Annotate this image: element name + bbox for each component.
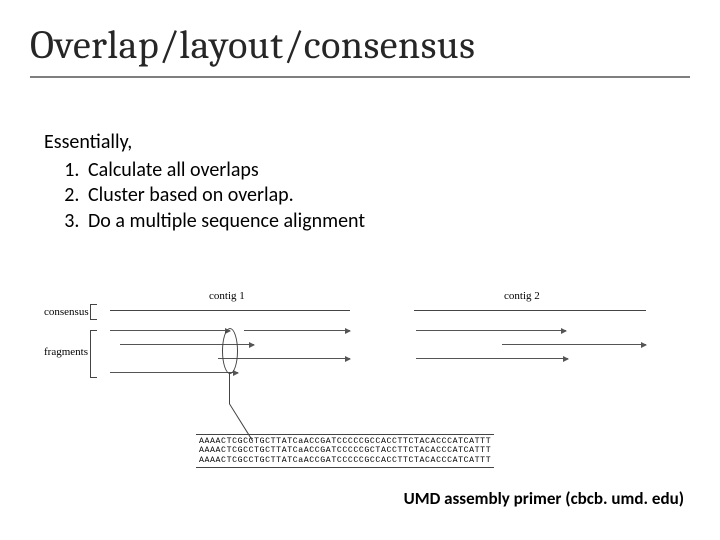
list-item: Calculate all overlaps [84, 158, 676, 184]
steps-list: Calculate all overlaps Cluster based on … [44, 158, 676, 235]
bracket-icon [90, 304, 97, 320]
list-item: Cluster based on overlap. [84, 183, 676, 209]
consensus-line-2 [414, 310, 646, 311]
credit-text: UMD assembly primer (cbcb. umd. edu) [0, 488, 684, 509]
label-contig2: contig 2 [504, 290, 540, 302]
body-text: Essentially, Calculate all overlaps Clus… [44, 130, 676, 234]
label-contig1: contig 1 [209, 290, 245, 302]
label-fragments: fragments [44, 346, 88, 358]
callout-line [229, 372, 230, 404]
intro-text: Essentially, [44, 130, 676, 156]
consensus-line-1 [110, 310, 350, 311]
sequence-row: AAAACTCGCCTGCTTATCaACCGATCCCCCGCTACCTTCT… [199, 446, 491, 455]
assembly-diagram: consensus fragments contig 1 contig 2 AA… [44, 296, 664, 472]
slide-title: Overlap/layout/consensus [30, 22, 690, 78]
sequence-row: AAAACTCGCCTGCTTATCaACCGATCCCCCGCCACCTTCT… [199, 437, 491, 446]
overlap-highlight-circle [222, 328, 238, 374]
label-consensus: consensus [44, 306, 89, 318]
bracket-icon [90, 330, 97, 378]
sequence-row: AAAACTCGCCTGCTTATCaACCGATCCCCCGCCACCTTCT… [199, 456, 491, 465]
list-item: Do a multiple sequence alignment [84, 209, 676, 235]
sequence-alignment-box: AAAACTCGCCTGCTTATCaACCGATCCCCCGCCACCTTCT… [196, 434, 494, 468]
